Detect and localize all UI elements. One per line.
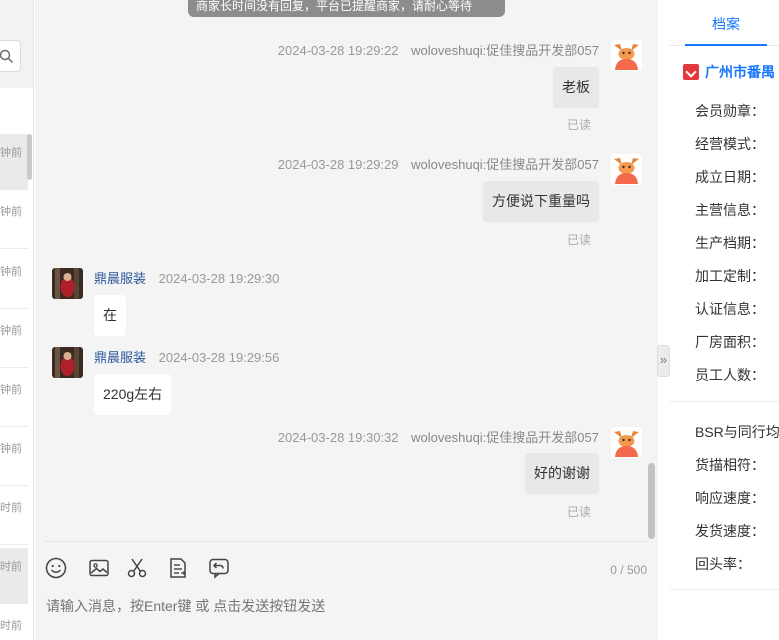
message-input[interactable] <box>46 594 646 618</box>
info-label: 生产档期： <box>695 235 765 251</box>
composer-toolbar <box>35 554 658 584</box>
message-sender: woloveshuqi:促佳搜品开发部057 <box>411 157 599 172</box>
read-status: 已读 <box>566 118 591 132</box>
my-avatar <box>611 40 642 71</box>
message-bubble[interactable]: 老板 <box>553 67 599 108</box>
session-item[interactable]: 钟前 <box>0 253 28 309</box>
system-notice: 商家长时间没有回复，平台已提醒商家，请耐心等待 <box>188 0 505 17</box>
collapse-panel-button[interactable]: » <box>657 345 670 377</box>
session-time: 时前 <box>0 561 22 573</box>
info-label: 经营模式： <box>695 136 765 152</box>
session-time: 钟前 <box>0 147 22 159</box>
message-meta: 鼎晨服装 2024-03-28 19:29:30 <box>94 268 279 287</box>
service-label: 货描相符： <box>695 457 765 473</box>
message-sender: woloveshuqi:促佳搜品开发部057 <box>411 430 599 445</box>
message-time: 2024-03-28 19:29:29 <box>277 157 399 172</box>
my-avatar <box>611 427 642 458</box>
image-icon[interactable] <box>87 556 111 580</box>
session-item[interactable]: 时前 <box>0 548 28 604</box>
session-time: 时前 <box>0 620 22 632</box>
message-bubble[interactable]: 好的谢谢 <box>525 453 599 494</box>
session-item[interactable]: 钟前 <box>0 371 28 427</box>
message-sender[interactable]: 鼎晨服装 <box>94 271 146 286</box>
seller-avatar <box>52 268 83 299</box>
info-label: 厂房面积： <box>695 334 765 350</box>
session-time: 时前 <box>0 502 22 514</box>
session-item[interactable]: 钟前 <box>0 193 28 249</box>
my-avatar <box>611 154 642 185</box>
session-time: 钟前 <box>0 266 22 278</box>
message-time: 2024-03-28 19:29:22 <box>277 43 399 58</box>
session-list-scrollbar[interactable] <box>27 134 32 180</box>
service-label: 响应速度： <box>695 490 765 506</box>
message-meta: 鼎晨服装 2024-03-28 19:29:56 <box>94 347 279 366</box>
message-meta: 2024-03-28 19:30:32 woloveshuqi:促佳搜品开发部0… <box>278 427 599 446</box>
seller-avatar <box>52 347 83 378</box>
profile-tab-bar: 档案 <box>670 0 779 46</box>
composer-divider <box>45 541 647 542</box>
message-meta: 2024-03-28 19:29:22 woloveshuqi:促佳搜品开发部0… <box>278 40 599 59</box>
chat-panel: 商家长时间没有回复，平台已提醒商家，请耐心等待 2024-03-28 19:29… <box>35 0 658 640</box>
message-bubble[interactable]: 在 <box>94 295 126 336</box>
reply-icon[interactable] <box>207 556 231 580</box>
section-divider <box>670 401 779 402</box>
session-item[interactable]: 时前 <box>0 607 28 640</box>
shop-logo-icon <box>683 64 699 80</box>
scissors-icon[interactable] <box>125 556 149 580</box>
info-label: 员工人数： <box>695 367 765 383</box>
message-bubble[interactable]: 220g左右 <box>94 374 172 415</box>
info-label: 成立日期： <box>695 169 765 185</box>
message-list-scrollbar[interactable] <box>648 463 655 539</box>
emoji-icon[interactable] <box>44 556 68 580</box>
session-time: 钟前 <box>0 206 22 218</box>
tab-profile[interactable]: 档案 <box>685 14 767 34</box>
section-divider <box>670 589 779 590</box>
session-item[interactable]: 钟前 <box>0 312 28 368</box>
company-link[interactable]: 广州市番禺 <box>683 62 775 82</box>
session-time: 钟前 <box>0 384 22 396</box>
read-status: 已读 <box>566 505 591 519</box>
profile-panel: 档案 广州市番禺 会员勋章： 经营模式： 成立日期： 主营信息： 生产档期： 加工定制： 认… <box>670 0 779 640</box>
search-icon[interactable] <box>0 49 14 64</box>
read-status: 已读 <box>566 233 591 247</box>
session-item[interactable]: 钟前 <box>0 430 28 486</box>
info-label: 认证信息： <box>695 301 765 317</box>
char-counter: 0 / 500 <box>610 563 647 577</box>
message-list: 商家长时间没有回复，平台已提醒商家，请耐心等待 2024-03-28 19:29… <box>35 0 658 540</box>
info-label: 主营信息： <box>695 202 765 218</box>
service-label: BSR与同行均 <box>695 424 779 440</box>
service-label: 发货速度： <box>695 523 765 539</box>
message-time: 2024-03-28 19:29:56 <box>158 350 280 365</box>
session-time: 钟前 <box>0 443 22 455</box>
message-meta: 2024-03-28 19:29:29 woloveshuqi:促佳搜品开发部0… <box>278 154 599 173</box>
session-search-input[interactable] <box>0 40 21 72</box>
message-sender: woloveshuqi:促佳搜品开发部057 <box>411 43 599 58</box>
session-time: 钟前 <box>0 325 22 337</box>
info-label: 加工定制： <box>695 268 765 284</box>
session-item[interactable]: 时前 <box>0 489 28 545</box>
tab-active-indicator <box>685 44 767 46</box>
message-sender[interactable]: 鼎晨服装 <box>94 350 146 365</box>
service-label: 回头率： <box>695 556 751 572</box>
info-label: 会员勋章： <box>695 103 765 119</box>
message-time: 2024-03-28 19:29:30 <box>158 271 280 286</box>
session-item[interactable]: 钟前 <box>0 134 28 190</box>
message-bubble[interactable]: 方便说下重量吗 <box>483 181 599 222</box>
double-chevron-right-icon: » <box>659 352 668 367</box>
document-icon[interactable] <box>166 556 190 580</box>
company-name: 广州市番禺 <box>705 64 775 80</box>
session-list: 钟前 钟前 钟前 钟前 钟前 钟前 时前 时前 时前 <box>0 0 34 640</box>
message-time: 2024-03-28 19:30:32 <box>277 430 399 445</box>
